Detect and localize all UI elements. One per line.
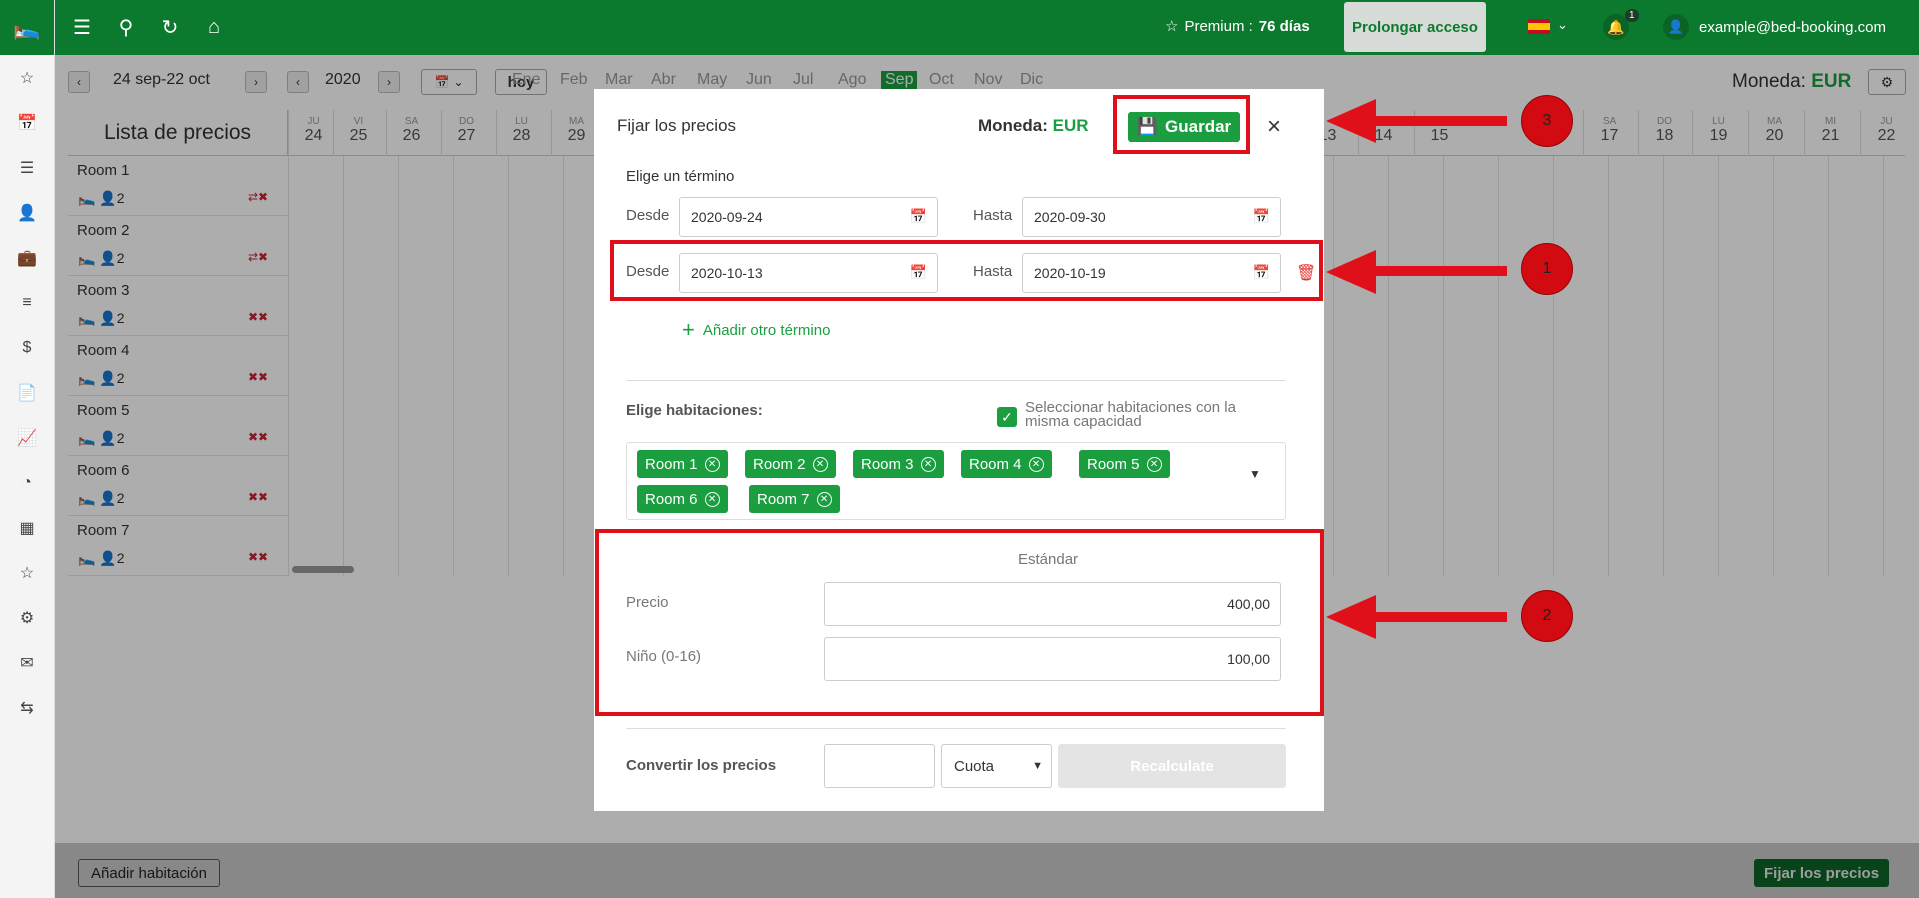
highlight-box-second-term (610, 240, 1323, 301)
room-tag: Room 1 ✕ (637, 450, 728, 478)
modal-title: Fijar los precios (617, 116, 737, 135)
highlight-box-prices (595, 529, 1324, 716)
hasta-date-field-1[interactable]: 2020-09-30 📅 (1022, 197, 1281, 237)
grid-icon[interactable]: ▦ (0, 505, 54, 550)
desde-date-value-1: 2020-09-24 (691, 209, 763, 225)
convert-prices-label: Convertir los precios (626, 757, 777, 774)
room-tag-label: Room 5 (1087, 455, 1140, 473)
hasta-date-value-1: 2020-09-30 (1034, 209, 1106, 225)
annotation-badge-1: 1 (1521, 243, 1573, 295)
modal-currency: Moneda: EUR (978, 116, 1089, 136)
chevron-down-icon[interactable]: ⌄ (1557, 17, 1568, 33)
chart-icon[interactable]: 📈 (0, 415, 54, 460)
avatar-icon: 👤 (1663, 14, 1689, 40)
arrow-head-1 (1326, 250, 1376, 294)
premium-status: ☆ Premium : 76 días (1165, 17, 1310, 36)
invoice-icon[interactable]: 📄 (0, 370, 54, 415)
room-tag: Room 7 ✕ (749, 485, 840, 513)
left-sidebar: 🛌 ☆ 📅 ☰ 👤 💼 ≡ $ 📄 📈 ◔ ▦ ☆ ⚙ ✉ ⇆ (0, 0, 55, 898)
remove-tag-icon[interactable]: ✕ (1146, 456, 1162, 472)
room-tag-label: Room 6 (645, 490, 698, 508)
search-icon[interactable]: ⚲ (114, 15, 138, 40)
remove-tag-icon[interactable]: ✕ (920, 456, 936, 472)
star-outline-icon: ☆ (1165, 18, 1179, 35)
room-tag: Room 5 ✕ (1079, 450, 1170, 478)
bed-logo-icon[interactable]: 🛌 (0, 0, 54, 55)
room-tag: Room 4 ✕ (961, 450, 1052, 478)
same-capacity-checkbox[interactable]: ✓ (997, 407, 1017, 427)
room-tag-label: Room 7 (757, 490, 810, 508)
sync-icon[interactable]: ⇆ (0, 685, 54, 730)
same-capacity-label: Seleccionar habitaciones con la misma ca… (1025, 399, 1236, 430)
star-outline-icon[interactable]: ☆ (0, 550, 54, 595)
divider (626, 380, 1286, 381)
divider (626, 728, 1286, 729)
room-tag: Room 6 ✕ (637, 485, 728, 513)
remove-tag-icon[interactable]: ✕ (704, 491, 720, 507)
arrow-head-3 (1326, 99, 1376, 143)
refresh-icon[interactable]: ↻ (158, 15, 182, 40)
room-tag: Room 2 ✕ (745, 450, 836, 478)
settings-icon[interactable]: ⚙ (0, 595, 54, 640)
plus-icon: + (682, 317, 695, 342)
pie-chart-icon[interactable]: ◔ (0, 460, 54, 505)
room-tag-label: Room 1 (645, 455, 698, 473)
room-tag-label: Room 4 (969, 455, 1022, 473)
add-term-button[interactable]: + Añadir otro término (682, 317, 830, 343)
dollar-icon[interactable]: $ (0, 325, 54, 370)
briefcase-icon[interactable]: 💼 (0, 235, 54, 280)
mail-icon[interactable]: ✉ (0, 640, 54, 685)
rooms-section-label: Elige habitaciones: (626, 402, 763, 419)
dropdown-caret-icon[interactable]: ▼ (1249, 467, 1261, 481)
arrow-head-2 (1326, 595, 1376, 639)
person-icon[interactable]: 👤 (0, 190, 54, 235)
notification-count-badge: 1 (1625, 9, 1639, 22)
remove-tag-icon[interactable]: ✕ (704, 456, 720, 472)
menu-icon[interactable]: ☰ (70, 15, 94, 40)
calendar-icon[interactable]: 📅 (0, 100, 54, 145)
spain-flag-icon[interactable] (1528, 19, 1550, 34)
calendar-icon[interactable]: 📅 (910, 208, 927, 225)
annotation-badge-2: 2 (1521, 590, 1573, 642)
room-tag-label: Room 2 (753, 455, 806, 473)
premium-label: Premium : (1184, 17, 1253, 35)
cuota-selected-value: Cuota (954, 757, 995, 775)
room-multiselect[interactable]: Room 1 ✕ Room 2 ✕ Room 3 ✕ Room 4 ✕ Room 5 ✕ Room … (626, 442, 1286, 520)
star-icon[interactable]: ☆ (0, 55, 54, 100)
premium-days: 76 días (1258, 17, 1310, 35)
layers-icon[interactable]: ☰ (0, 145, 54, 190)
recalculate-button[interactable]: Recalculate (1058, 744, 1286, 788)
room-tag: Room 3 ✕ (853, 450, 944, 478)
top-bar: ☰ ⚲ ↻ ⌂ ☆ Premium : 76 días Prolongar ac… (55, 0, 1919, 55)
remove-tag-icon[interactable]: ✕ (1028, 456, 1044, 472)
arrow-2 (1374, 612, 1507, 622)
calendar-icon[interactable]: 📅 (1253, 208, 1270, 225)
home-icon[interactable]: ⌂ (202, 16, 226, 39)
arrow-3 (1374, 116, 1507, 126)
annotation-badge-3: 3 (1521, 95, 1573, 147)
modal-currency-value: EUR (1052, 116, 1089, 135)
room-tag-label: Room 3 (861, 455, 914, 473)
close-icon[interactable]: × (1267, 113, 1281, 141)
modal-currency-label: Moneda: (978, 116, 1048, 135)
desde-date-field-1[interactable]: 2020-09-24 📅 (679, 197, 938, 237)
user-email: example@bed-booking.com (1699, 18, 1886, 36)
remove-tag-icon[interactable]: ✕ (812, 456, 828, 472)
highlight-box-save (1113, 95, 1250, 154)
arrow-1 (1374, 266, 1507, 276)
user-menu[interactable]: 👤 example@bed-booking.com (1663, 14, 1886, 40)
hasta-label-1: Hasta (973, 207, 1013, 224)
prolongar-acceso-button[interactable]: Prolongar acceso (1344, 2, 1486, 52)
add-term-label: Añadir otro término (702, 321, 831, 339)
list-icon[interactable]: ≡ (0, 280, 54, 325)
chevron-down-icon: ▼ (1032, 760, 1043, 772)
desde-label-1: Desde (626, 207, 670, 224)
cuota-select[interactable]: Cuota ▼ (941, 744, 1052, 788)
remove-tag-icon[interactable]: ✕ (816, 491, 832, 507)
convert-value-input[interactable] (824, 744, 935, 788)
term-section-label: Elige un término (626, 168, 735, 185)
